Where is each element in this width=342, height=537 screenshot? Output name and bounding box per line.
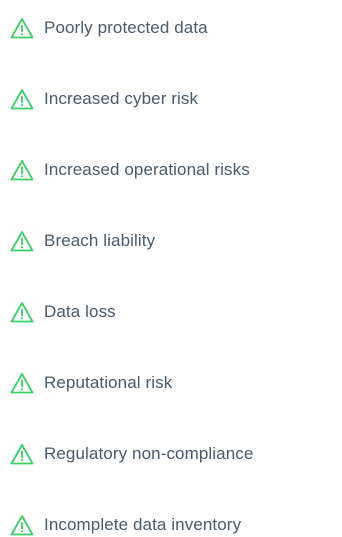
risk-label: Regulatory non-compliance [44,444,254,463]
risk-label: Poorly protected data [44,18,208,37]
risk-label: Reputational risk [44,373,173,392]
risk-item-regulatory-non-compliance: Regulatory non-compliance [10,442,253,466]
warning-icon [10,89,34,110]
warning-icon [10,515,34,536]
risk-label: Data loss [44,302,116,321]
risk-item-incomplete-data-inventory: Incomplete data inventory [10,513,241,537]
risk-item-increased-cyber-risk: Increased cyber risk [10,87,198,111]
risk-item-poorly-protected-data: Poorly protected data [10,16,208,40]
warning-icon [10,231,34,252]
warning-icon [10,444,34,465]
risk-item-data-loss: Data loss [10,300,116,324]
warning-icon [10,160,34,181]
risk-label: Increased operational risks [44,160,250,179]
warning-icon [10,302,34,323]
risk-label: Breach liability [44,231,156,250]
risk-list: Poorly protected data Increased cyber ri… [0,0,342,536]
risk-item-reputational-risk: Reputational risk [10,371,172,395]
risk-label: Increased cyber risk [44,89,199,108]
risk-item-increased-operational-risks: Increased operational risks [10,158,250,182]
warning-icon [10,373,34,394]
warning-icon [10,18,34,39]
risk-label: Incomplete data inventory [44,515,242,534]
risk-item-breach-liability: Breach liability [10,229,155,253]
